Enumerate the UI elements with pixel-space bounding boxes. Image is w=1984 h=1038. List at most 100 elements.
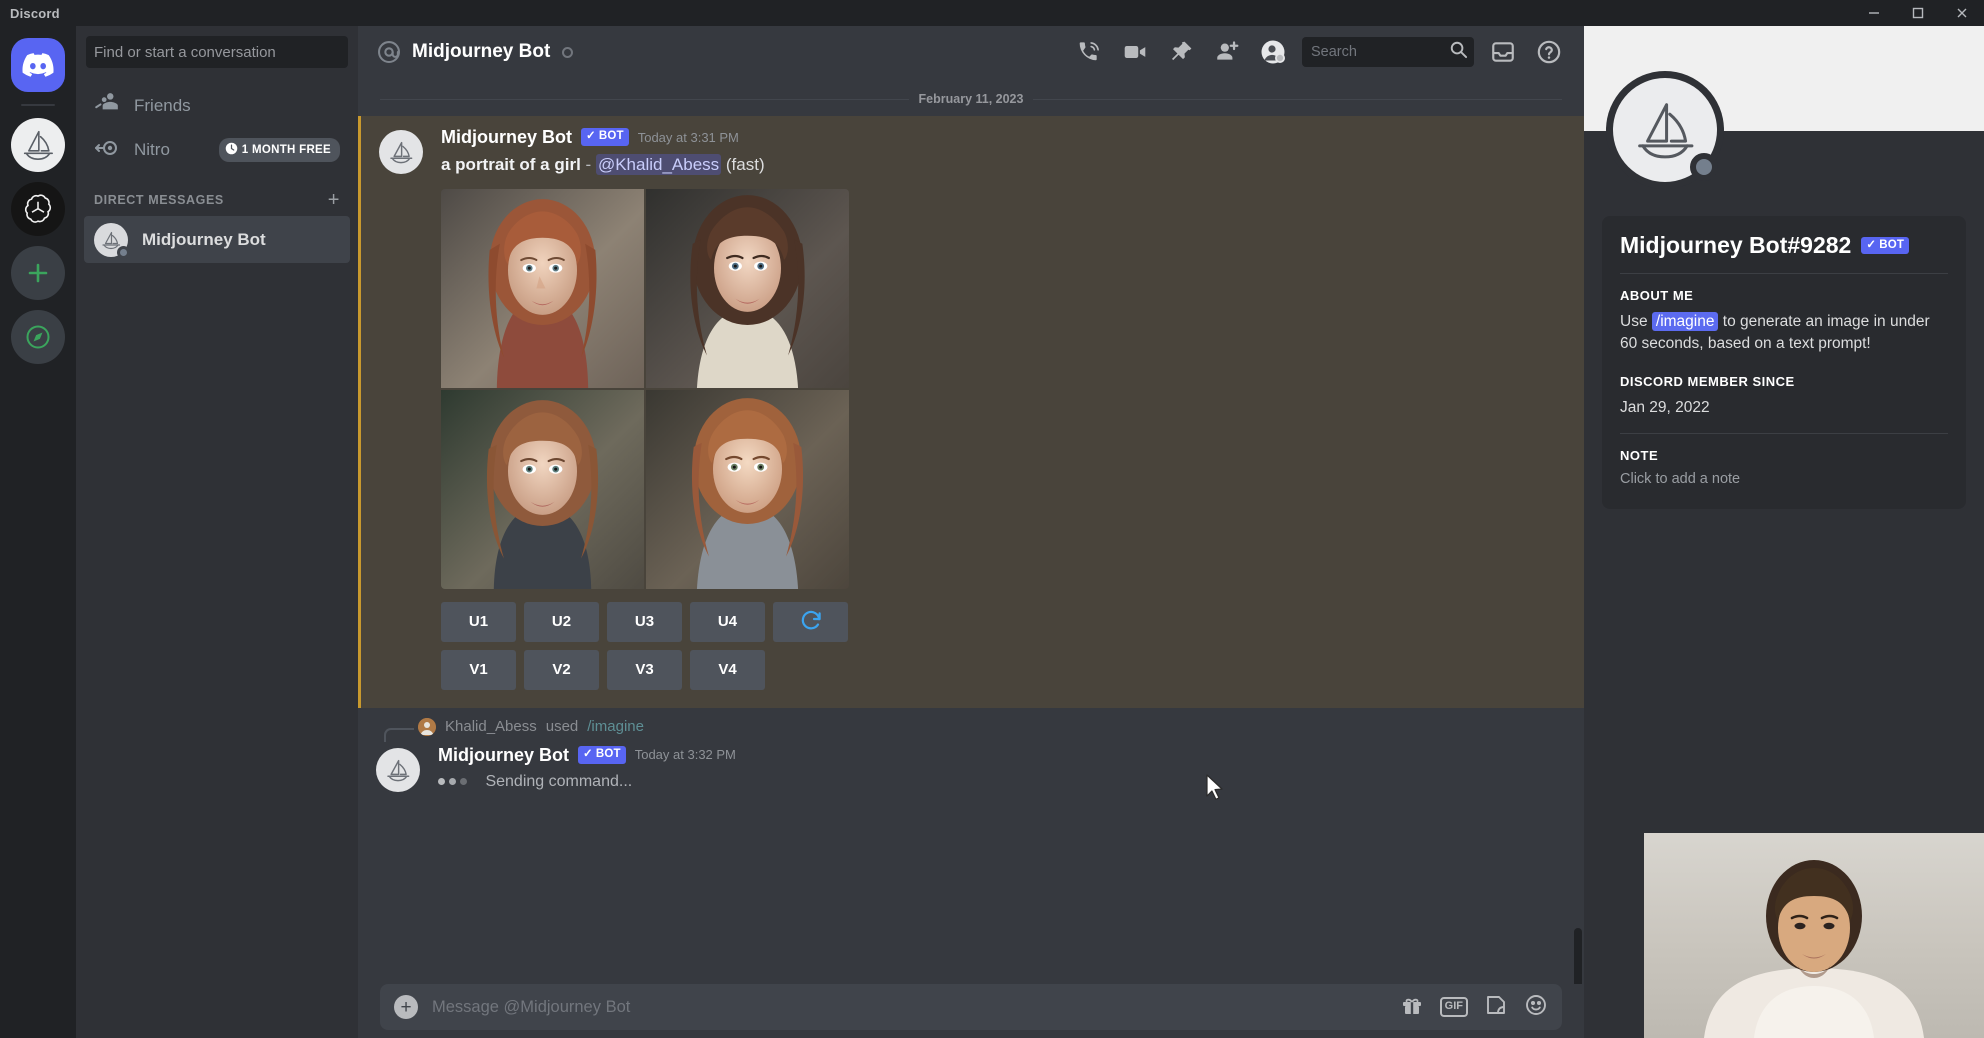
sticker-icon[interactable] xyxy=(1484,993,1508,1022)
search-icon xyxy=(1449,40,1468,64)
composer-icons: GIF xyxy=(1400,993,1548,1022)
emoji-icon[interactable] xyxy=(1524,993,1548,1022)
scrollbar-thumb[interactable] xyxy=(1574,928,1582,984)
status-badge xyxy=(1690,153,1718,181)
profile-discriminator: #9282 xyxy=(1787,232,1851,258)
loading-dot-1 xyxy=(438,778,445,785)
close-button[interactable] xyxy=(1940,0,1984,26)
reply-connector xyxy=(384,728,414,742)
generated-image-3[interactable] xyxy=(441,390,644,589)
dm-item-midjourney-bot[interactable]: Midjourney Bot xyxy=(84,216,350,263)
composer-container: + Message @Midjourney Bot GIF xyxy=(358,984,1584,1038)
variation-button-v4[interactable]: V4 xyxy=(690,650,765,690)
upscale-button-u1[interactable]: U1 xyxy=(441,602,516,642)
message-mention[interactable]: Midjourney Bot ✓ BOT Today at 3:31 PM xyxy=(358,116,1584,708)
slash-command-label[interactable]: /imagine xyxy=(587,718,644,735)
gif-icon[interactable]: GIF xyxy=(1440,997,1468,1016)
sending-status-row: Sending command... xyxy=(438,773,1562,791)
plus-circle-icon[interactable]: + xyxy=(394,995,418,1019)
maximize-button[interactable] xyxy=(1896,0,1940,26)
profile-name: Midjourney Bot#9282 xyxy=(1620,232,1851,259)
rail-item-add-server[interactable] xyxy=(0,246,76,300)
rail-item-discord-home[interactable] xyxy=(0,38,76,92)
prompt-text: a portrait of a girl xyxy=(441,155,581,174)
chat-area: Midjourney Bot xyxy=(358,26,1584,1038)
about-me-title: ABOUT ME xyxy=(1620,288,1948,303)
user-mention[interactable]: @Khalid_Abess xyxy=(596,154,721,175)
app-name-label: Discord xyxy=(0,6,60,21)
sidebar-item-friends[interactable]: Friends xyxy=(84,84,350,128)
bot-badge-label: BOT xyxy=(596,749,621,761)
dm-search-container: Find or start a conversation xyxy=(76,26,358,78)
loading-dots-icon xyxy=(438,778,467,785)
variation-button-row: V1 V2 V3 V4 xyxy=(441,650,1562,690)
add-friends-to-dm-button[interactable] xyxy=(1204,32,1250,72)
rail-item-server-midjourney[interactable] xyxy=(0,118,76,172)
generated-image-1[interactable] xyxy=(441,189,644,388)
avatar xyxy=(94,223,128,257)
divider-line-left xyxy=(380,99,909,100)
message-author-secondary[interactable]: Midjourney Bot xyxy=(438,746,569,764)
profile-avatar[interactable] xyxy=(1606,71,1724,189)
rail-item-explore-servers[interactable] xyxy=(0,310,76,364)
avatar[interactable] xyxy=(376,748,420,792)
bot-badge-label: BOT xyxy=(599,131,624,143)
upscale-button-u3[interactable]: U3 xyxy=(607,602,682,642)
server-rail xyxy=(0,26,76,1038)
message-row: Midjourney Bot ✓ BOT Today at 3:31 PM xyxy=(379,128,1562,690)
divider-line-right xyxy=(1033,99,1562,100)
discord-window: Discord xyxy=(0,0,1984,1038)
loading-dot-3 xyxy=(460,778,467,785)
rail-item-server-openai[interactable] xyxy=(0,182,76,236)
pinned-messages-button[interactable] xyxy=(1158,32,1204,72)
note-input[interactable]: Click to add a note xyxy=(1620,471,1948,487)
message-scrollbar[interactable] xyxy=(1574,198,1582,878)
search-container[interactable]: Search xyxy=(1302,37,1474,67)
profile-bot-badge: ✓ BOT xyxy=(1861,237,1909,255)
about-prefix: Use xyxy=(1620,313,1648,330)
command-used-line: Khalid_Abess used /imagine xyxy=(418,718,1562,736)
start-video-call-button[interactable] xyxy=(1112,32,1158,72)
message-input[interactable]: Message @Midjourney Bot xyxy=(432,998,1386,1017)
upscale-button-u4[interactable]: U4 xyxy=(690,602,765,642)
start-voice-call-button[interactable] xyxy=(1066,32,1112,72)
message-author[interactable]: Midjourney Bot xyxy=(441,128,572,146)
nitro-free-badge[interactable]: 1 MONTH FREE xyxy=(219,138,340,162)
reroll-button[interactable] xyxy=(773,602,848,642)
variation-button-v2[interactable]: V2 xyxy=(524,650,599,690)
user-profile-toggle-button[interactable] xyxy=(1250,32,1296,72)
member-since-title: DISCORD MEMBER SINCE xyxy=(1620,374,1948,389)
note-title: NOTE xyxy=(1620,448,1948,463)
clock-icon xyxy=(225,142,238,158)
chat-main: February 11, 2023 xyxy=(358,78,1584,1038)
command-user-name[interactable]: Khalid_Abess xyxy=(445,718,537,735)
dm-item-label: Midjourney Bot xyxy=(142,230,266,250)
sidebar-item-nitro[interactable]: Nitro 1 MONTH FREE xyxy=(84,128,350,172)
create-dm-button[interactable]: + xyxy=(328,190,340,210)
upscale-button-u2[interactable]: U2 xyxy=(524,602,599,642)
webcam-overlay xyxy=(1644,833,1984,1038)
dm-list: Midjourney Bot xyxy=(76,216,358,263)
find-conversation-input[interactable]: Find or start a conversation xyxy=(86,36,348,68)
minimize-button[interactable] xyxy=(1852,0,1896,26)
profile-card: Midjourney Bot#9282 ✓ BOT ABOUT ME Use /… xyxy=(1602,216,1966,509)
generated-image-4[interactable] xyxy=(646,390,849,589)
messages-column: February 11, 2023 xyxy=(358,78,1584,1038)
message-composer[interactable]: + Message @Midjourney Bot GIF xyxy=(380,984,1562,1030)
date-divider: February 11, 2023 xyxy=(380,92,1562,106)
avatar[interactable] xyxy=(379,130,423,174)
generated-image-grid[interactable] xyxy=(441,189,849,589)
discord-logo-icon xyxy=(11,38,65,92)
inbox-button[interactable] xyxy=(1480,32,1526,72)
message-list[interactable]: February 11, 2023 xyxy=(358,78,1584,984)
variation-button-v3[interactable]: V3 xyxy=(607,650,682,690)
gift-icon[interactable] xyxy=(1400,993,1424,1022)
generated-image-2[interactable] xyxy=(646,189,849,388)
variation-button-v1[interactable]: V1 xyxy=(441,650,516,690)
help-button[interactable] xyxy=(1526,32,1572,72)
status-ring-icon xyxy=(562,47,573,58)
search-input[interactable]: Search xyxy=(1311,44,1449,60)
message-body-secondary: Midjourney Bot ✓ BOT Today at 3:32 PM xyxy=(438,746,1562,792)
spacer xyxy=(1620,356,1948,374)
nitro-icon xyxy=(94,135,120,166)
